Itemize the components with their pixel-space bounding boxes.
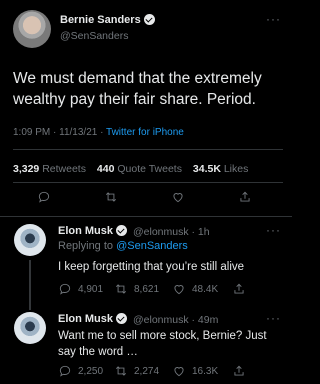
share-button[interactable] xyxy=(238,190,252,204)
avatar[interactable] xyxy=(14,312,46,344)
reply-action-bar: 4,901 8,621 48.4K xyxy=(0,282,292,302)
share-button[interactable] xyxy=(232,364,246,378)
divider xyxy=(0,216,292,217)
reply-author-handle[interactable]: @elonmusk · 49m xyxy=(133,314,218,326)
verified-badge-icon xyxy=(116,313,128,324)
like-button[interactable] xyxy=(171,190,185,204)
reply-button[interactable] xyxy=(37,190,51,204)
like-count: 48.4K xyxy=(192,283,219,295)
author-name-text[interactable]: Bernie Sanders xyxy=(60,14,141,26)
reply-count: 4,901 xyxy=(78,283,104,295)
likes-count[interactable]: 34.5K xyxy=(193,163,221,175)
like-icon xyxy=(174,285,184,295)
avatar[interactable] xyxy=(14,224,46,256)
quotes-label[interactable]: Quote Tweets xyxy=(117,163,182,175)
reply-text: Want me to sell more stock, Bernie? Just… xyxy=(58,330,267,358)
reply-count: 2,250 xyxy=(78,365,104,377)
retweets-count[interactable]: 3,329 xyxy=(13,163,39,175)
mention-link[interactable]: @SenSanders xyxy=(116,240,188,252)
reply-icon xyxy=(59,365,71,377)
reply-author-name[interactable]: Elon Musk xyxy=(58,225,128,237)
divider xyxy=(13,182,283,183)
like-icon xyxy=(173,193,183,203)
retweet-count: 2,274 xyxy=(134,365,160,377)
more-icon[interactable]: ··· xyxy=(266,311,281,325)
author-name[interactable]: Bernie Sanders xyxy=(60,14,155,26)
retweet-icon xyxy=(116,284,126,294)
verified-badge-icon xyxy=(143,14,155,25)
retweet-button[interactable]: 8,621 xyxy=(114,282,159,296)
main-action-bar xyxy=(0,190,292,210)
like-button[interactable]: 16.3K xyxy=(172,364,218,378)
reply-icon xyxy=(59,283,71,295)
share-button[interactable] xyxy=(232,282,246,296)
like-count: 16.3K xyxy=(192,365,219,377)
author-handle[interactable]: @SenSanders xyxy=(60,30,128,42)
reply-icon xyxy=(38,191,50,203)
retweet-icon xyxy=(116,366,126,376)
likes-label[interactable]: Likes xyxy=(224,163,249,175)
retweet-button[interactable] xyxy=(104,190,118,204)
reply-text: I keep forgetting that you’re still aliv… xyxy=(58,261,245,273)
like-icon xyxy=(174,367,184,377)
retweets-label[interactable]: Retweets xyxy=(42,163,86,175)
more-icon[interactable]: ··· xyxy=(266,12,281,26)
retweet-button[interactable]: 2,274 xyxy=(114,364,159,378)
more-icon[interactable]: ··· xyxy=(266,223,281,237)
quotes-count[interactable]: 440 xyxy=(97,163,115,175)
tweet-text: We must demand that the extremely wealth… xyxy=(13,70,262,108)
share-icon xyxy=(234,365,244,376)
retweet-icon xyxy=(106,192,116,202)
reply-author-name-text[interactable]: Elon Musk xyxy=(58,225,113,237)
reply-button[interactable]: 2,250 xyxy=(58,364,103,378)
replying-prefix: Replying to xyxy=(58,240,117,252)
tweet-stats: 3,329 Retweets 440 Quote Tweets 34.5K Li… xyxy=(13,163,248,175)
reply-action-bar: 2,250 2,274 16.3K xyxy=(0,364,292,384)
share-icon xyxy=(240,191,250,202)
tweet-meta: 1:09 PM · 11/13/21 · Twitter for iPhone xyxy=(13,127,184,138)
divider xyxy=(13,149,283,150)
share-icon xyxy=(234,283,244,294)
reply-button[interactable]: 4,901 xyxy=(58,282,103,296)
reply-author-handle[interactable]: @elonmusk · 1h xyxy=(133,226,210,238)
avatar[interactable] xyxy=(13,10,51,48)
main-tweet: Bernie Sanders @SenSanders ··· We must d… xyxy=(0,0,292,192)
replying-to: Replying to @SenSanders xyxy=(58,240,188,252)
reply-author-name[interactable]: Elon Musk xyxy=(58,313,128,325)
retweet-count: 8,621 xyxy=(134,283,160,295)
timestamp[interactable]: 1:09 PM · 11/13/21 · xyxy=(13,127,106,138)
reply-author-name-text[interactable]: Elon Musk xyxy=(58,313,113,325)
verified-badge-icon xyxy=(116,225,128,236)
like-button[interactable]: 48.4K xyxy=(172,282,218,296)
source-link[interactable]: Twitter for iPhone xyxy=(106,127,184,138)
